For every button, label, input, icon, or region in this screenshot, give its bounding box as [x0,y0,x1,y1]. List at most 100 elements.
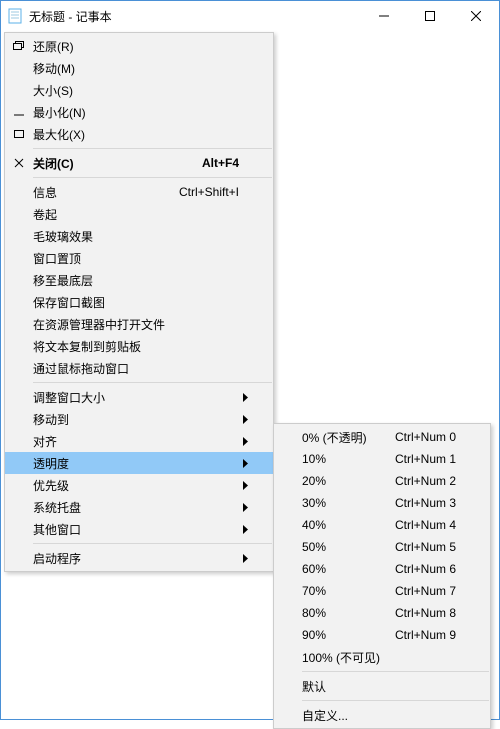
restore-icon [5,41,33,51]
submenu-arrow-icon [239,393,253,402]
menu-item[interactable]: 透明度 [5,452,273,474]
menu-separator [33,177,272,178]
menu-item[interactable]: 大小(S) [5,79,273,101]
submenu-arrow-icon [239,415,253,424]
menu-item-label: 优先级 [33,477,227,494]
notepad-window: 无标题 - 记事本 qinghezhan.com 还原(R)移动(M)大小(S)… [0,0,500,720]
menu-item[interactable]: 通过鼠标拖动窗口 [5,357,273,379]
menu-item[interactable]: 将文本复制到剪贴板 [5,335,273,357]
menu-item[interactable]: 100% (不可见) [274,646,490,668]
menu-item[interactable]: 其他窗口 [5,518,273,540]
menu-item[interactable]: 60%Ctrl+Num 6 [274,558,490,580]
menu-item-label: 70% [302,584,383,598]
menu-item[interactable]: 最小化(N) [5,101,273,123]
menu-item-label: 卷起 [33,206,227,223]
menu-item[interactable]: 对齐 [5,430,273,452]
menu-item-label: 大小(S) [33,82,227,99]
menu-item-shortcut: Alt+F4 [190,156,239,170]
close-button[interactable] [453,1,499,31]
menu-item[interactable]: 80%Ctrl+Num 8 [274,602,490,624]
menu-item-label: 80% [302,606,383,620]
menu-item[interactable]: 90%Ctrl+Num 9 [274,624,490,646]
menu-item[interactable]: 信息Ctrl+Shift+I [5,181,273,203]
menu-item[interactable]: 移至最底层 [5,269,273,291]
submenu-arrow-icon [239,459,253,468]
menu-item-label: 0% (不透明) [302,429,383,446]
menu-item-label: 30% [302,496,383,510]
menu-item[interactable]: 保存窗口截图 [5,291,273,313]
menu-separator [33,148,272,149]
submenu-arrow-icon [239,481,253,490]
menu-item-label: 启动程序 [33,550,227,567]
minimize-icon [5,107,33,117]
menu-item[interactable]: 移动到 [5,408,273,430]
menu-item-label: 信息 [33,184,167,201]
menu-item-label: 最小化(N) [33,104,227,121]
submenu-arrow-icon [239,525,253,534]
menu-item-shortcut: Ctrl+Num 1 [383,452,456,466]
maximize-button[interactable] [407,1,453,31]
menu-item[interactable]: 毛玻璃效果 [5,225,273,247]
menu-item-label: 40% [302,518,383,532]
menu-item-label: 移动到 [33,411,227,428]
menu-item-shortcut: Ctrl+Num 9 [383,628,456,642]
menu-item-label: 调整窗口大小 [33,389,227,406]
menu-item[interactable]: 50%Ctrl+Num 5 [274,536,490,558]
menu-item[interactable]: 还原(R) [5,35,273,57]
menu-item[interactable]: 关闭(C)Alt+F4 [5,152,273,174]
menu-item[interactable]: 10%Ctrl+Num 1 [274,448,490,470]
menu-item-label: 10% [302,452,383,466]
minimize-button[interactable] [361,1,407,31]
menu-item-shortcut: Ctrl+Shift+I [167,185,239,199]
menu-item[interactable]: 0% (不透明)Ctrl+Num 0 [274,426,490,448]
window-controls [361,1,499,31]
menu-item-label: 系统托盘 [33,499,227,516]
menu-item-label: 保存窗口截图 [33,294,227,311]
titlebar[interactable]: 无标题 - 记事本 [1,1,499,31]
menu-item[interactable]: 30%Ctrl+Num 3 [274,492,490,514]
menu-item-label: 100% (不可见) [302,649,444,666]
menu-item[interactable]: 卷起 [5,203,273,225]
menu-item-label: 20% [302,474,383,488]
menu-item-label: 移动(M) [33,60,227,77]
menu-item-label: 移至最底层 [33,272,227,289]
menu-item-label: 将文本复制到剪贴板 [33,338,227,355]
menu-item-label: 最大化(X) [33,126,227,143]
menu-item[interactable]: 20%Ctrl+Num 2 [274,470,490,492]
menu-item[interactable]: 调整窗口大小 [5,386,273,408]
notepad-icon [7,8,23,24]
menu-separator [302,671,489,672]
menu-item-label: 90% [302,628,383,642]
menu-item[interactable]: 40%Ctrl+Num 4 [274,514,490,536]
menu-item[interactable]: 自定义... [274,704,490,726]
menu-item-label: 通过鼠标拖动窗口 [33,360,227,377]
close-icon [5,158,33,168]
menu-item-label: 在资源管理器中打开文件 [33,316,227,333]
menu-item-label: 窗口置顶 [33,250,227,267]
menu-item[interactable]: 在资源管理器中打开文件 [5,313,273,335]
menu-item-label: 其他窗口 [33,521,227,538]
menu-item-shortcut: Ctrl+Num 8 [383,606,456,620]
menu-item[interactable]: 窗口置顶 [5,247,273,269]
menu-item[interactable]: 70%Ctrl+Num 7 [274,580,490,602]
submenu-arrow-icon [239,554,253,563]
menu-item[interactable]: 启动程序 [5,547,273,569]
menu-item-label: 默认 [302,678,444,695]
menu-item-shortcut: Ctrl+Num 6 [383,562,456,576]
menu-item[interactable]: 优先级 [5,474,273,496]
menu-item-label: 透明度 [33,455,227,472]
menu-item-shortcut: Ctrl+Num 2 [383,474,456,488]
menu-item[interactable]: 最大化(X) [5,123,273,145]
menu-item-label: 对齐 [33,433,227,450]
title-left: 无标题 - 记事本 [1,8,112,25]
submenu-arrow-icon [239,503,253,512]
menu-separator [33,382,272,383]
menu-item[interactable]: 系统托盘 [5,496,273,518]
system-context-menu: 还原(R) 移动(M) 大小(S) 最小化(N) 最大化(X) 关闭(C)Alt+F4 信息… [4,32,274,572]
menu-item-shortcut: Ctrl+Num 5 [383,540,456,554]
menu-item-shortcut: Ctrl+Num 4 [383,518,456,532]
menu-item-shortcut: Ctrl+Num 0 [383,430,456,444]
menu-item-label: 关闭(C) [33,155,190,172]
menu-item[interactable]: 默认 [274,675,490,697]
menu-item[interactable]: 移动(M) [5,57,273,79]
